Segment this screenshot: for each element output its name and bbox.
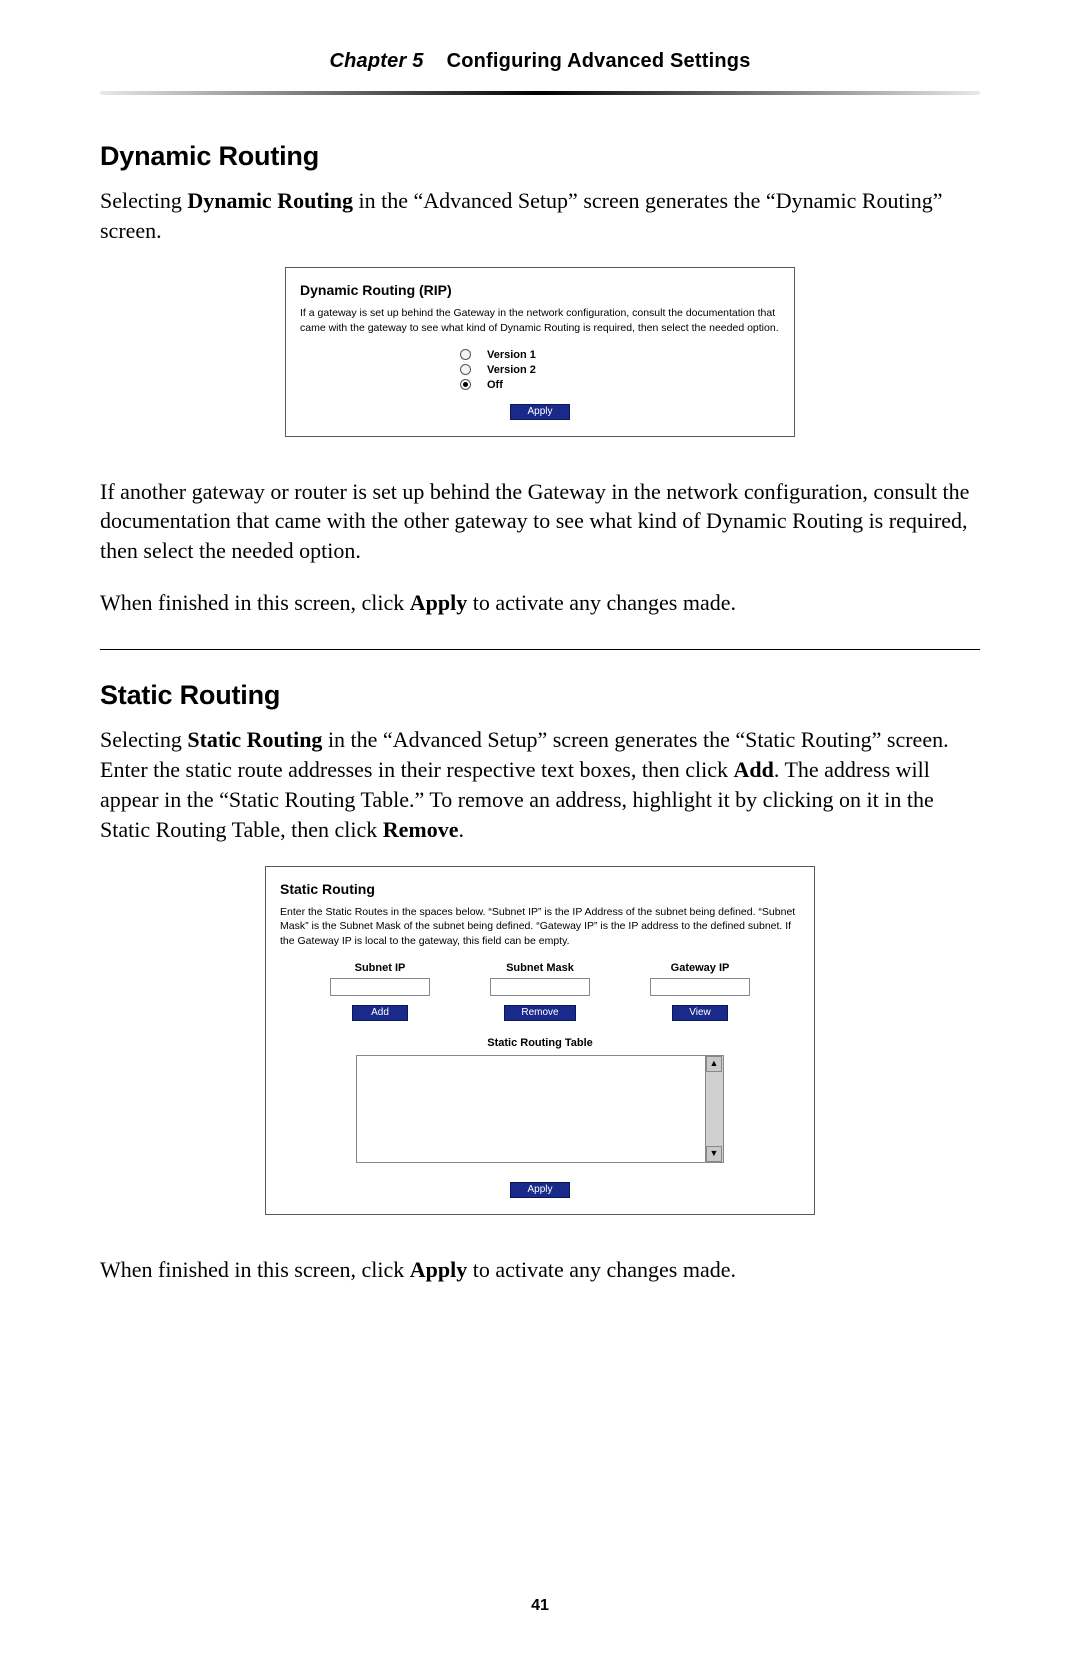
gateway-ip-input[interactable]	[650, 978, 750, 996]
scroll-down-icon[interactable]: ▼	[706, 1146, 722, 1162]
remove-button[interactable]: Remove	[504, 1005, 575, 1021]
subnet-mask-input[interactable]	[490, 978, 590, 996]
page-number: 41	[0, 1597, 1080, 1615]
column-header: Gateway IP	[630, 962, 770, 974]
dynamic-routing-screenshot: Dynamic Routing (RIP) If a gateway is se…	[285, 267, 795, 436]
static-outro: When finished in this screen, click Appl…	[100, 1255, 980, 1285]
subnet-ip-column: Subnet IP Add	[310, 962, 450, 1021]
panel-title: Dynamic Routing (RIP)	[300, 282, 780, 298]
subnet-mask-column: Subnet Mask Remove	[470, 962, 610, 1021]
section-heading-dynamic: Dynamic Routing	[100, 141, 980, 172]
static-intro: Selecting Static Routing in the “Advance…	[100, 725, 980, 844]
column-header: Subnet IP	[310, 962, 450, 974]
static-routing-table[interactable]	[356, 1055, 706, 1163]
dynamic-para3: When finished in this screen, click Appl…	[100, 588, 980, 618]
panel-description: Enter the Static Routes in the spaces be…	[280, 905, 800, 948]
scroll-up-icon[interactable]: ▲	[706, 1056, 722, 1072]
dynamic-intro: Selecting Dynamic Routing in the “Advanc…	[100, 186, 980, 245]
subnet-ip-input[interactable]	[330, 978, 430, 996]
apply-button[interactable]: Apply	[510, 1182, 569, 1198]
chapter-header: Chapter 5 Configuring Advanced Settings	[100, 50, 980, 91]
routing-table-title: Static Routing Table	[280, 1037, 800, 1049]
view-button[interactable]: View	[672, 1005, 728, 1021]
chapter-label: Chapter 5	[329, 50, 423, 72]
panel-description: If a gateway is set up behind the Gatewa…	[300, 306, 780, 334]
radio-icon[interactable]	[460, 349, 471, 360]
radio-label: Off	[487, 379, 503, 391]
add-button[interactable]: Add	[352, 1005, 408, 1021]
panel-title: Static Routing	[280, 881, 800, 897]
column-header: Subnet Mask	[470, 962, 610, 974]
radio-label: Version 2	[487, 364, 536, 376]
radio-icon[interactable]	[460, 379, 471, 390]
scrollbar[interactable]: ▲ ▼	[706, 1055, 724, 1163]
radio-label: Version 1	[487, 349, 536, 361]
apply-button[interactable]: Apply	[510, 404, 569, 420]
gateway-ip-column: Gateway IP View	[630, 962, 770, 1021]
header-rule	[100, 91, 980, 95]
static-routing-screenshot: Static Routing Enter the Static Routes i…	[265, 866, 815, 1215]
section-divider	[100, 649, 980, 650]
section-heading-static: Static Routing	[100, 680, 980, 711]
rip-option-row[interactable]: Version 1	[460, 349, 620, 361]
rip-option-row[interactable]: Off	[460, 379, 620, 391]
radio-icon[interactable]	[460, 364, 471, 375]
dynamic-para2: If another gateway or router is set up b…	[100, 477, 980, 566]
rip-option-row[interactable]: Version 2	[460, 364, 620, 376]
chapter-title: Configuring Advanced Settings	[447, 50, 751, 72]
